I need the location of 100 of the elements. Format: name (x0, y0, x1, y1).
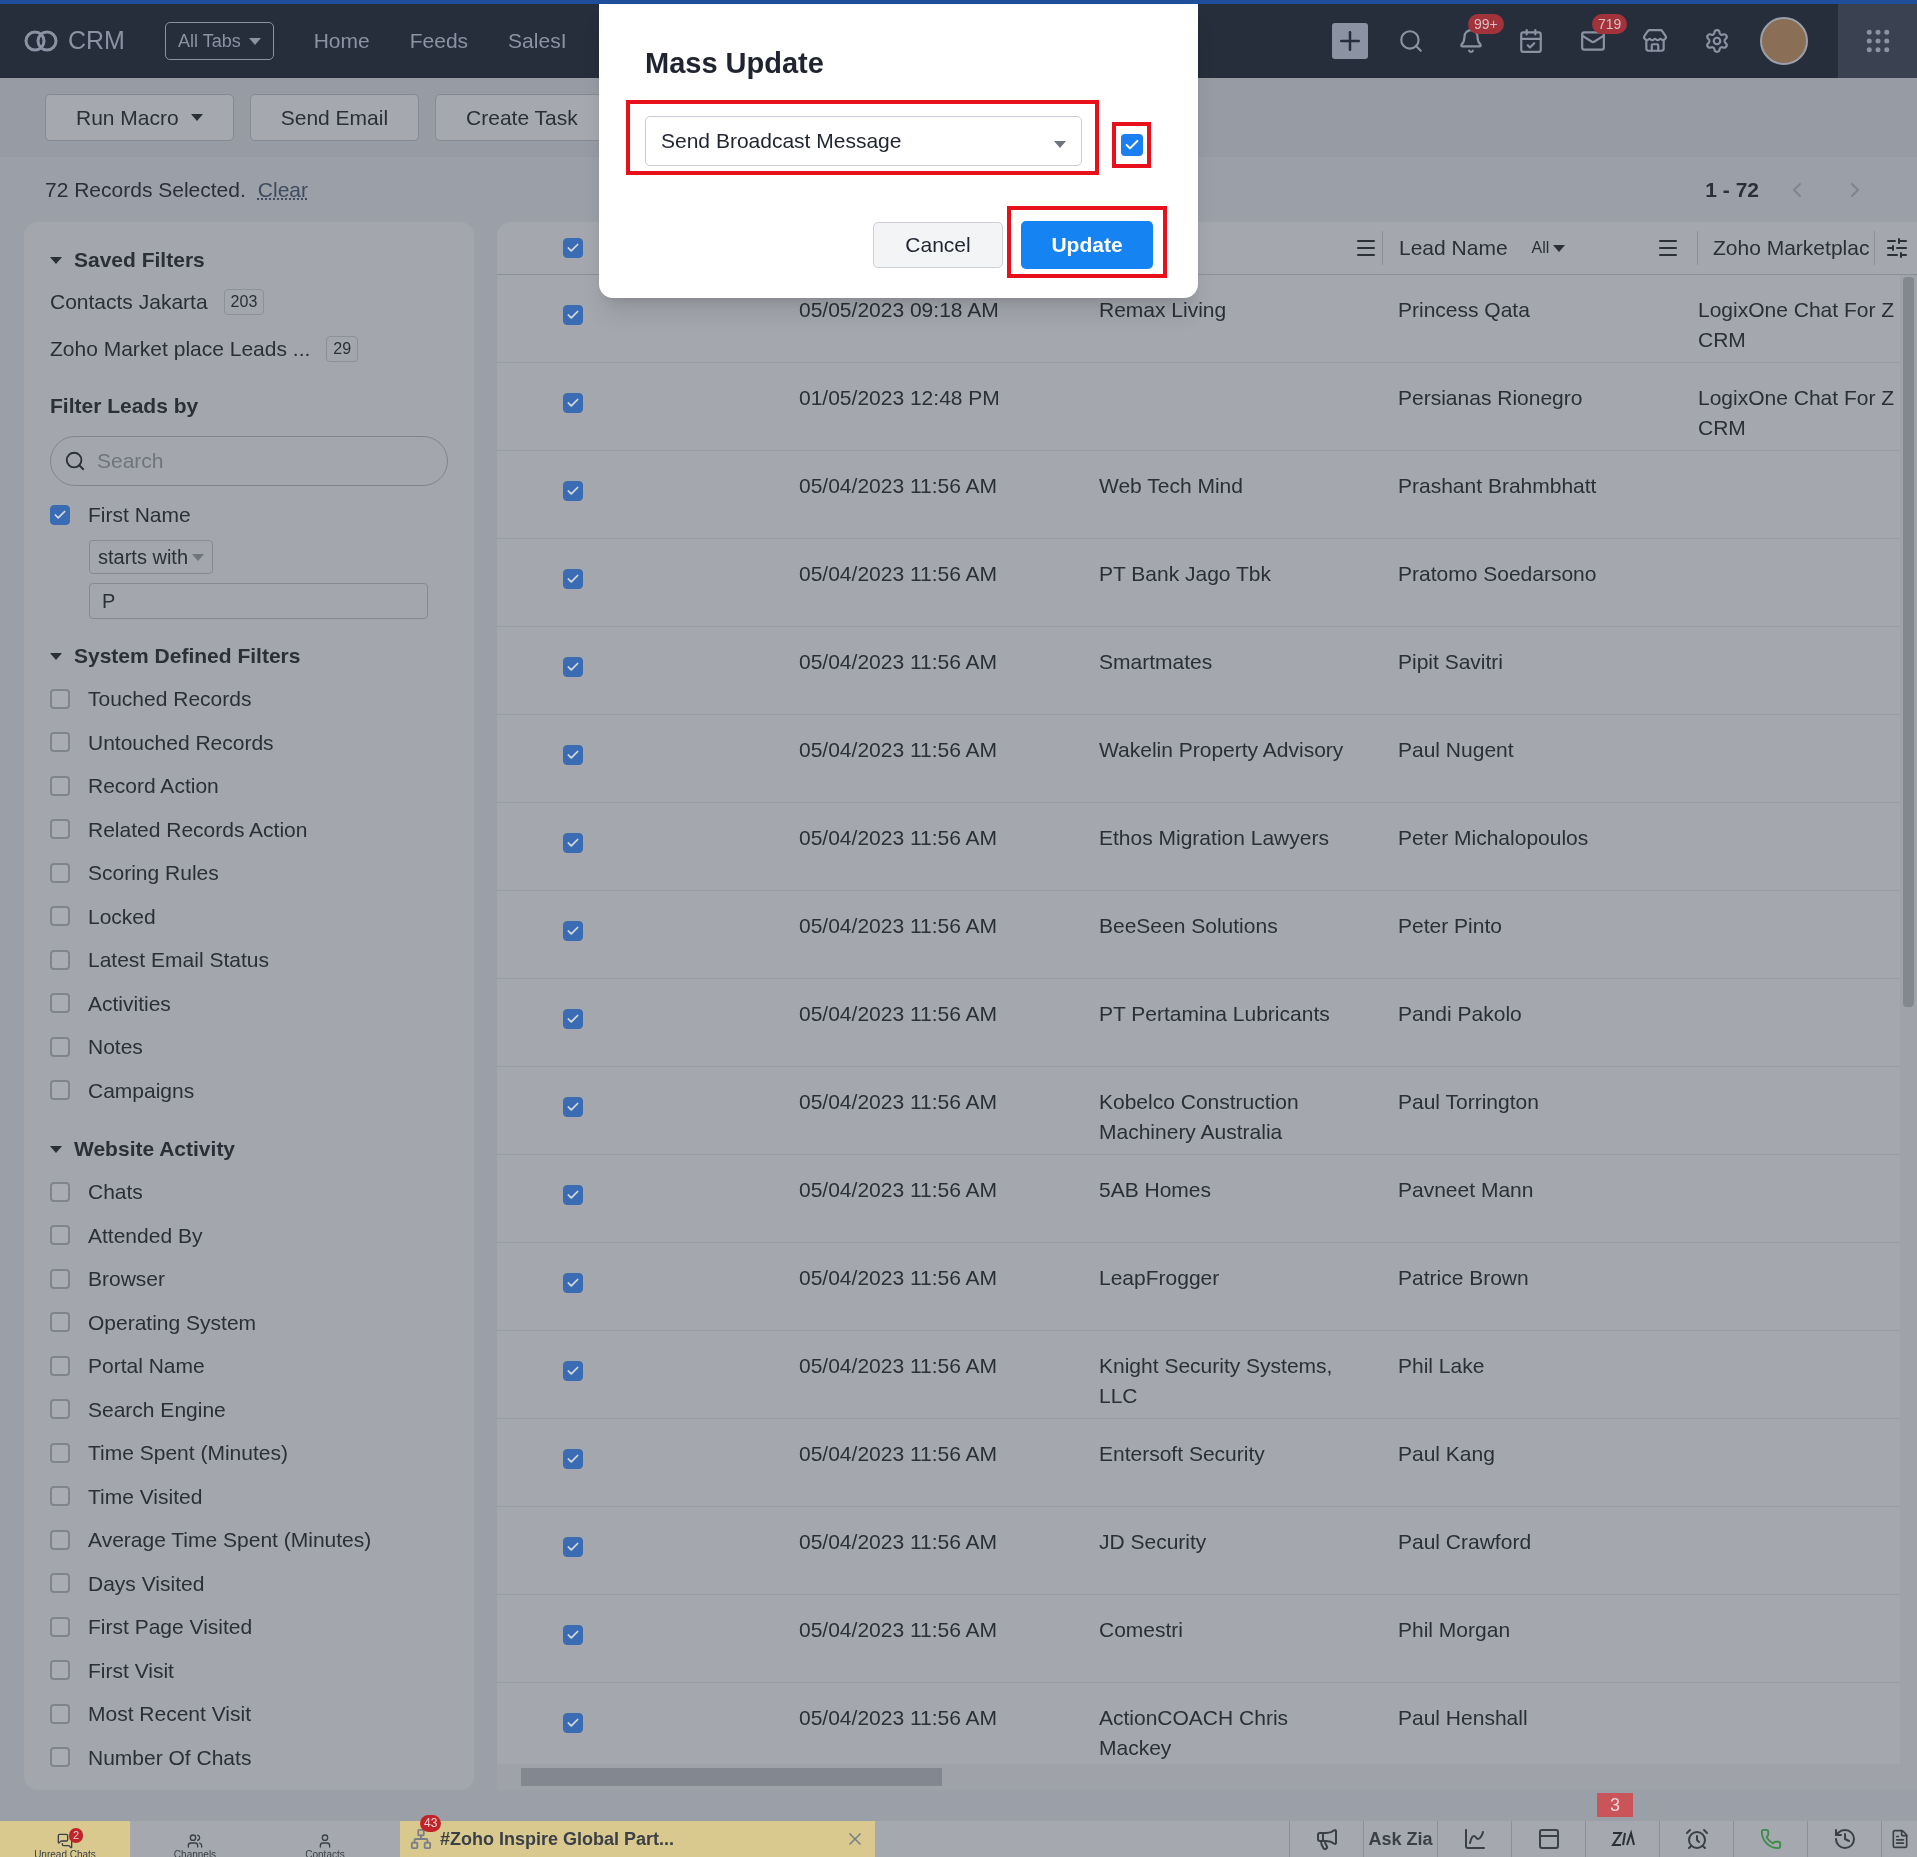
checkbox[interactable] (50, 1616, 70, 1637)
clear-link[interactable]: Clear (257, 173, 308, 206)
section-toggle[interactable]: System Defined Filters (50, 635, 448, 677)
date-cell-text: 05/04/2023 11:56 AM (799, 913, 999, 939)
filter-option: Portal Name (88, 1350, 205, 1382)
horizontal-scrollbar[interactable] (497, 1764, 1917, 1790)
checkbox[interactable] (50, 819, 70, 840)
checkbox[interactable] (563, 1449, 583, 1469)
lead-name-cell-text: Paul Torrington (1398, 1089, 1540, 1115)
checkbox[interactable] (563, 238, 583, 258)
section-toggle[interactable]: Saved Filters (50, 242, 448, 278)
checkbox[interactable] (50, 775, 70, 796)
check-icon (566, 484, 580, 498)
checkbox[interactable] (50, 1660, 70, 1681)
operator-dropdown[interactable]: starts with (89, 540, 214, 574)
nav-link[interactable]: Feeds (409, 25, 469, 57)
checkbox[interactable] (50, 1355, 70, 1376)
checkbox[interactable] (563, 305, 583, 325)
checkbox[interactable] (563, 1713, 583, 1733)
filter-option: First Page Visited (88, 1611, 253, 1643)
checkbox[interactable] (50, 1036, 70, 1057)
bell-icon[interactable] (1458, 28, 1484, 54)
checkbox[interactable] (50, 993, 70, 1014)
lead-name-cell-text: Paul Kang (1398, 1441, 1496, 1467)
checkbox[interactable] (563, 1361, 583, 1381)
filter-option: Browser (88, 1263, 166, 1295)
date-cell-text: 05/04/2023 11:56 AM (799, 1265, 999, 1291)
checkbox[interactable] (50, 1747, 70, 1768)
history-icon (1832, 1827, 1857, 1851)
checkbox[interactable] (563, 1537, 583, 1557)
checkbox[interactable] (50, 1312, 70, 1333)
checkbox[interactable] (563, 1625, 583, 1645)
marketplace-cell-text: LogixOne Chat For Z CRM (1698, 385, 1895, 441)
checkbox[interactable] (50, 732, 70, 753)
checkbox[interactable] (50, 505, 70, 525)
checkbox[interactable] (50, 1703, 70, 1724)
checkbox[interactable] (563, 745, 583, 765)
store-icon[interactable] (1642, 28, 1668, 54)
nav-link[interactable]: SalesI (508, 25, 567, 57)
toolbar-button[interactable]: Run Macro (45, 94, 234, 141)
checkbox[interactable] (563, 657, 583, 677)
lead-name-cell-text: Persianas Rionegro (1398, 385, 1584, 411)
field-dropdown[interactable]: Send Broadcast Message (645, 116, 1082, 166)
checkbox[interactable] (50, 1529, 70, 1550)
checkbox[interactable] (50, 688, 70, 709)
update-button[interactable]: Update (1021, 221, 1153, 269)
filter-option: Time Visited (88, 1480, 203, 1512)
checkbox[interactable] (50, 862, 70, 883)
saved-filter-link[interactable]: Contacts Jakarta (50, 285, 208, 318)
filter-option: Touched Records (88, 683, 252, 715)
section-toggle[interactable]: Website Activity (50, 1128, 448, 1170)
company-cell-text: Remax Living (1099, 297, 1228, 323)
checkbox[interactable] (563, 1097, 583, 1117)
unread-badge: 2 (69, 1828, 84, 1843)
settings-icon[interactable] (1704, 28, 1730, 54)
checkbox[interactable] (563, 921, 583, 941)
check-icon (566, 572, 580, 586)
all-tabs-button[interactable]: All Tabs (165, 22, 274, 60)
checkbox[interactable] (50, 949, 70, 970)
column-header[interactable]: Lead Name (1399, 232, 1508, 264)
checkbox[interactable] (563, 481, 583, 501)
add-button[interactable] (1332, 23, 1368, 59)
cancel-button[interactable]: Cancel (873, 222, 1003, 268)
checkbox[interactable] (50, 1268, 70, 1289)
checkbox[interactable] (563, 393, 583, 413)
search-icon[interactable] (1398, 28, 1424, 54)
check-icon (566, 1012, 580, 1026)
checkbox[interactable] (563, 833, 583, 853)
checkbox[interactable] (50, 1225, 70, 1246)
checkbox[interactable] (50, 1442, 70, 1463)
toolbar-button[interactable]: Send Email (249, 94, 420, 141)
checkbox[interactable] (50, 1573, 70, 1594)
column-header[interactable]: Zoho Marketplac (1713, 232, 1870, 264)
checkbox[interactable] (563, 1273, 583, 1293)
checkbox[interactable] (50, 1181, 70, 1202)
filter-option: Search Engine (88, 1393, 226, 1425)
checkbox[interactable] (563, 1009, 583, 1029)
calendar-icon[interactable] (1518, 28, 1544, 54)
filter-value-field[interactable]: P (89, 583, 428, 619)
caret-icon (192, 553, 205, 561)
channel-icon (410, 1828, 432, 1850)
checkbox[interactable] (50, 1080, 70, 1101)
nav-link[interactable]: Home (313, 25, 370, 57)
filter-option: Latest Email Status (88, 944, 269, 976)
avatar[interactable] (1760, 17, 1808, 65)
checkbox[interactable] (50, 906, 70, 927)
checkbox[interactable] (1121, 134, 1143, 156)
mail-icon[interactable] (1580, 28, 1606, 54)
vertical-scrollbar[interactable] (1900, 275, 1917, 1764)
column-settings-icon[interactable] (1885, 236, 1909, 260)
apps-button[interactable] (1838, 4, 1917, 78)
saved-filter-link[interactable]: Zoho Market place Leads ... (50, 332, 311, 365)
checkbox[interactable] (563, 1185, 583, 1205)
company-cell-text: LeapFrogger (1099, 1265, 1221, 1291)
check-icon (566, 1452, 580, 1466)
checkbox[interactable] (50, 1486, 70, 1507)
checkbox[interactable] (563, 569, 583, 589)
checkbox[interactable] (50, 1399, 70, 1420)
column-filter-dropdown[interactable]: All (1531, 236, 1566, 260)
ask-zia-button[interactable]: Ask Zia (1363, 1821, 1437, 1857)
